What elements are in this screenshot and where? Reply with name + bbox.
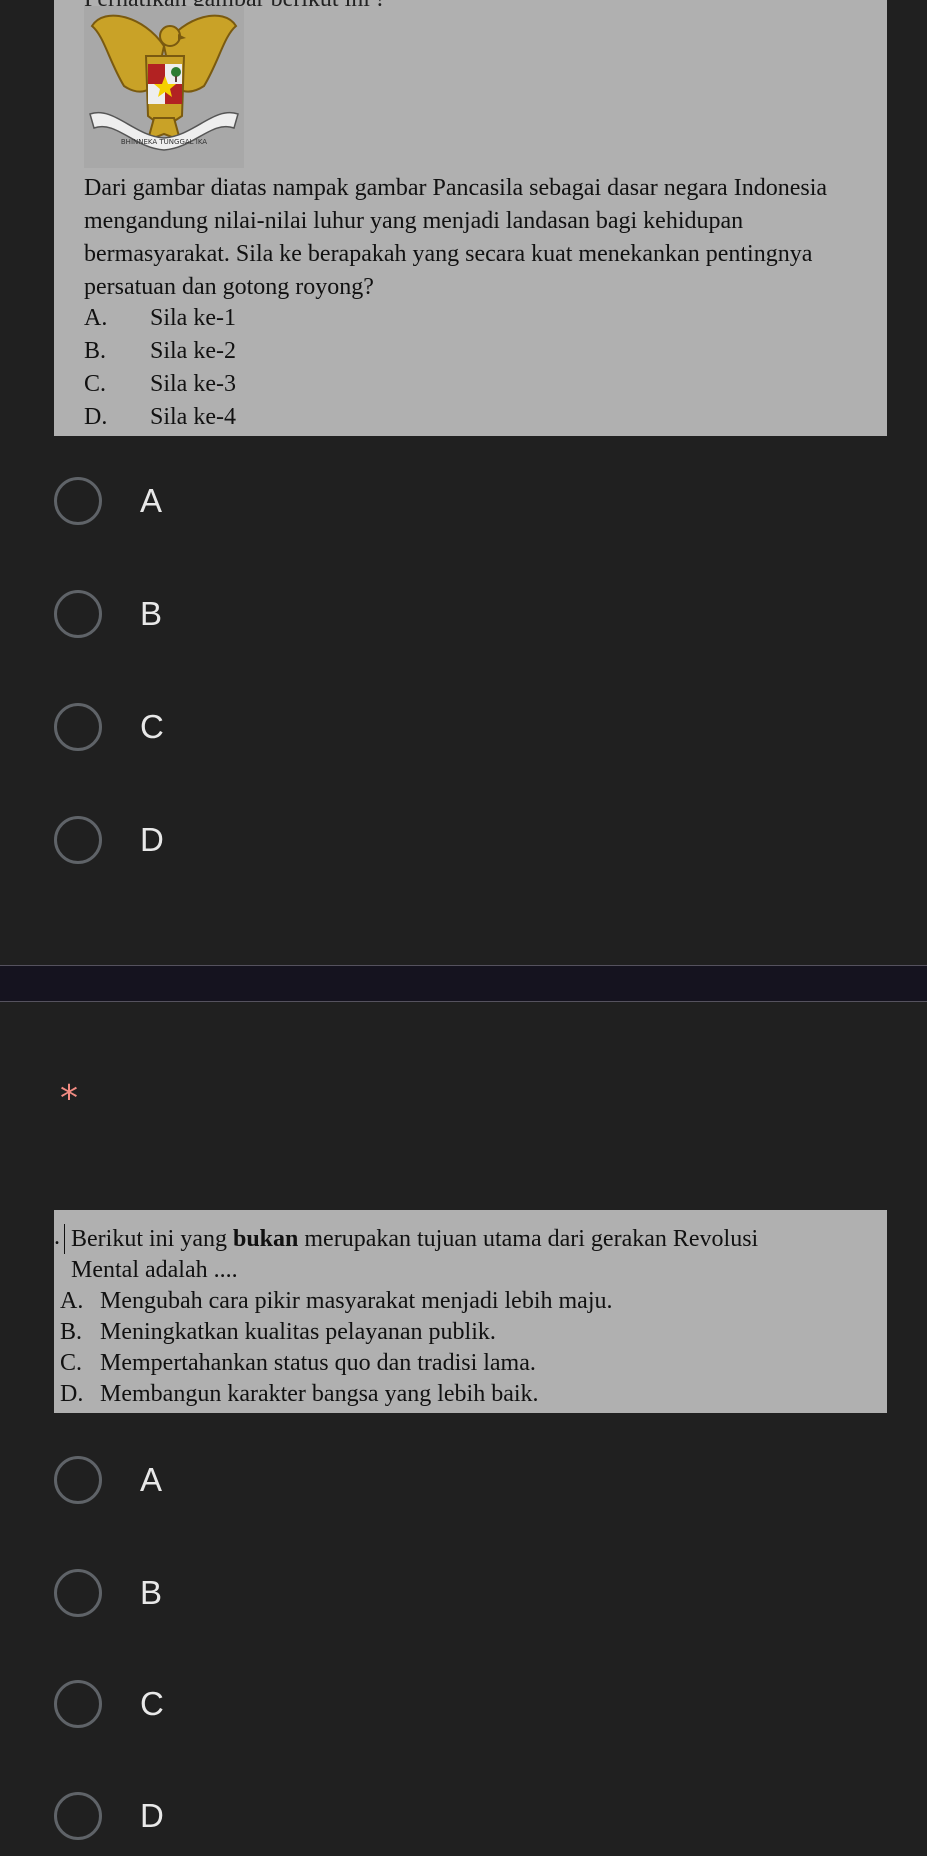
question2-option-d: D. Membangun karakter bangsa yang lebih … (60, 1381, 539, 1407)
choice-label: C (140, 708, 164, 745)
radio-button[interactable] (54, 1569, 102, 1617)
question2-option-a: A. Mengubah cara pikir masyarakat menjad… (60, 1288, 613, 1314)
question2-choice-d[interactable]: D (54, 1792, 164, 1840)
question2-choice-c[interactable]: C (54, 1680, 164, 1728)
svg-text:BHINNEKA TUNGGAL IKA: BHINNEKA TUNGGAL IKA (121, 138, 207, 146)
radio-button[interactable] (54, 1456, 102, 1504)
question2-choice-a[interactable]: A (54, 1456, 162, 1504)
question2-option-c: C. Mempertahankan status quo dan tradisi… (60, 1350, 536, 1376)
question1-option-c: C. Sila ke-3 (84, 371, 236, 397)
question-divider (0, 965, 927, 1002)
question2-choice-b[interactable]: B (54, 1569, 162, 1617)
radio-button[interactable] (54, 477, 102, 525)
radio-button[interactable] (54, 816, 102, 864)
choice-label: D (140, 1797, 164, 1834)
question1-options-list: A. Sila ke-1 B. Sila ke-2 C. Sila ke-3 D… (84, 302, 236, 434)
radio-button[interactable] (54, 1680, 102, 1728)
radio-button[interactable] (54, 703, 102, 751)
quiz-page: Perhatikan gambar berikut ini ! (0, 0, 927, 1856)
choice-label: A (140, 1461, 163, 1498)
question2-option-b: B. Meningkatkan kualitas pelayanan publi… (60, 1319, 496, 1345)
garuda-pancasila-emblem: BHINNEKA TUNGGAL IKA (84, 6, 244, 168)
question1-passage: Dari gambar diatas nampak gambar Pancasi… (84, 175, 828, 300)
choice-label: D (140, 821, 164, 858)
radio-button[interactable] (54, 1792, 102, 1840)
question1-image: Perhatikan gambar berikut ini ! (54, 0, 887, 436)
choice-label: A (140, 482, 163, 519)
question1-choice-c[interactable]: C (54, 703, 164, 751)
required-asterisk: * (60, 1078, 78, 1119)
question1-choice-a[interactable]: A (54, 477, 162, 525)
choice-label: B (140, 1574, 163, 1611)
text-cursor (64, 1224, 65, 1254)
question1-choice-b[interactable]: B (54, 590, 162, 638)
choice-label: C (140, 1685, 164, 1722)
question1-option-d: D. Sila ke-4 (84, 404, 236, 430)
question2-options-list: A. Mengubah cara pikir masyarakat menjad… (60, 1286, 879, 1410)
radio-button[interactable] (54, 590, 102, 638)
question1-option-a: A. Sila ke-1 (84, 305, 236, 331)
choice-label: B (140, 595, 163, 632)
question2-passage: Berikut ini yang bukan merupakan tujuan … (71, 1226, 759, 1283)
question1-choice-d[interactable]: D (54, 816, 164, 864)
question1-option-b: B. Sila ke-2 (84, 338, 236, 364)
question2-prefix: . (54, 1224, 60, 1250)
bold-keyword: bukan (232, 1226, 299, 1252)
question2-image: . Berikut ini yang bukan merupakan tujua… (54, 1210, 887, 1413)
